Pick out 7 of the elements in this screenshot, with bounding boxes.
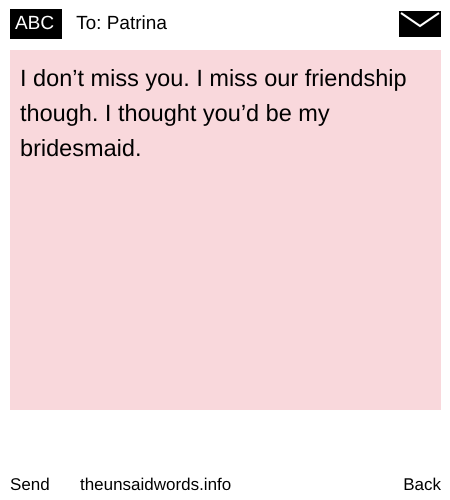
back-button[interactable]: Back xyxy=(403,475,441,495)
recipient-label: To: Patrina xyxy=(76,12,168,34)
site-link[interactable]: theunsaidwords.info xyxy=(80,475,404,495)
app-badge: ABC xyxy=(10,8,62,38)
send-button[interactable]: Send xyxy=(10,475,80,495)
message-text: I don’t miss you. I miss our friendship though. I thought you’d be my bridesmaid. xyxy=(20,64,408,163)
envelope-icon[interactable] xyxy=(399,10,441,36)
